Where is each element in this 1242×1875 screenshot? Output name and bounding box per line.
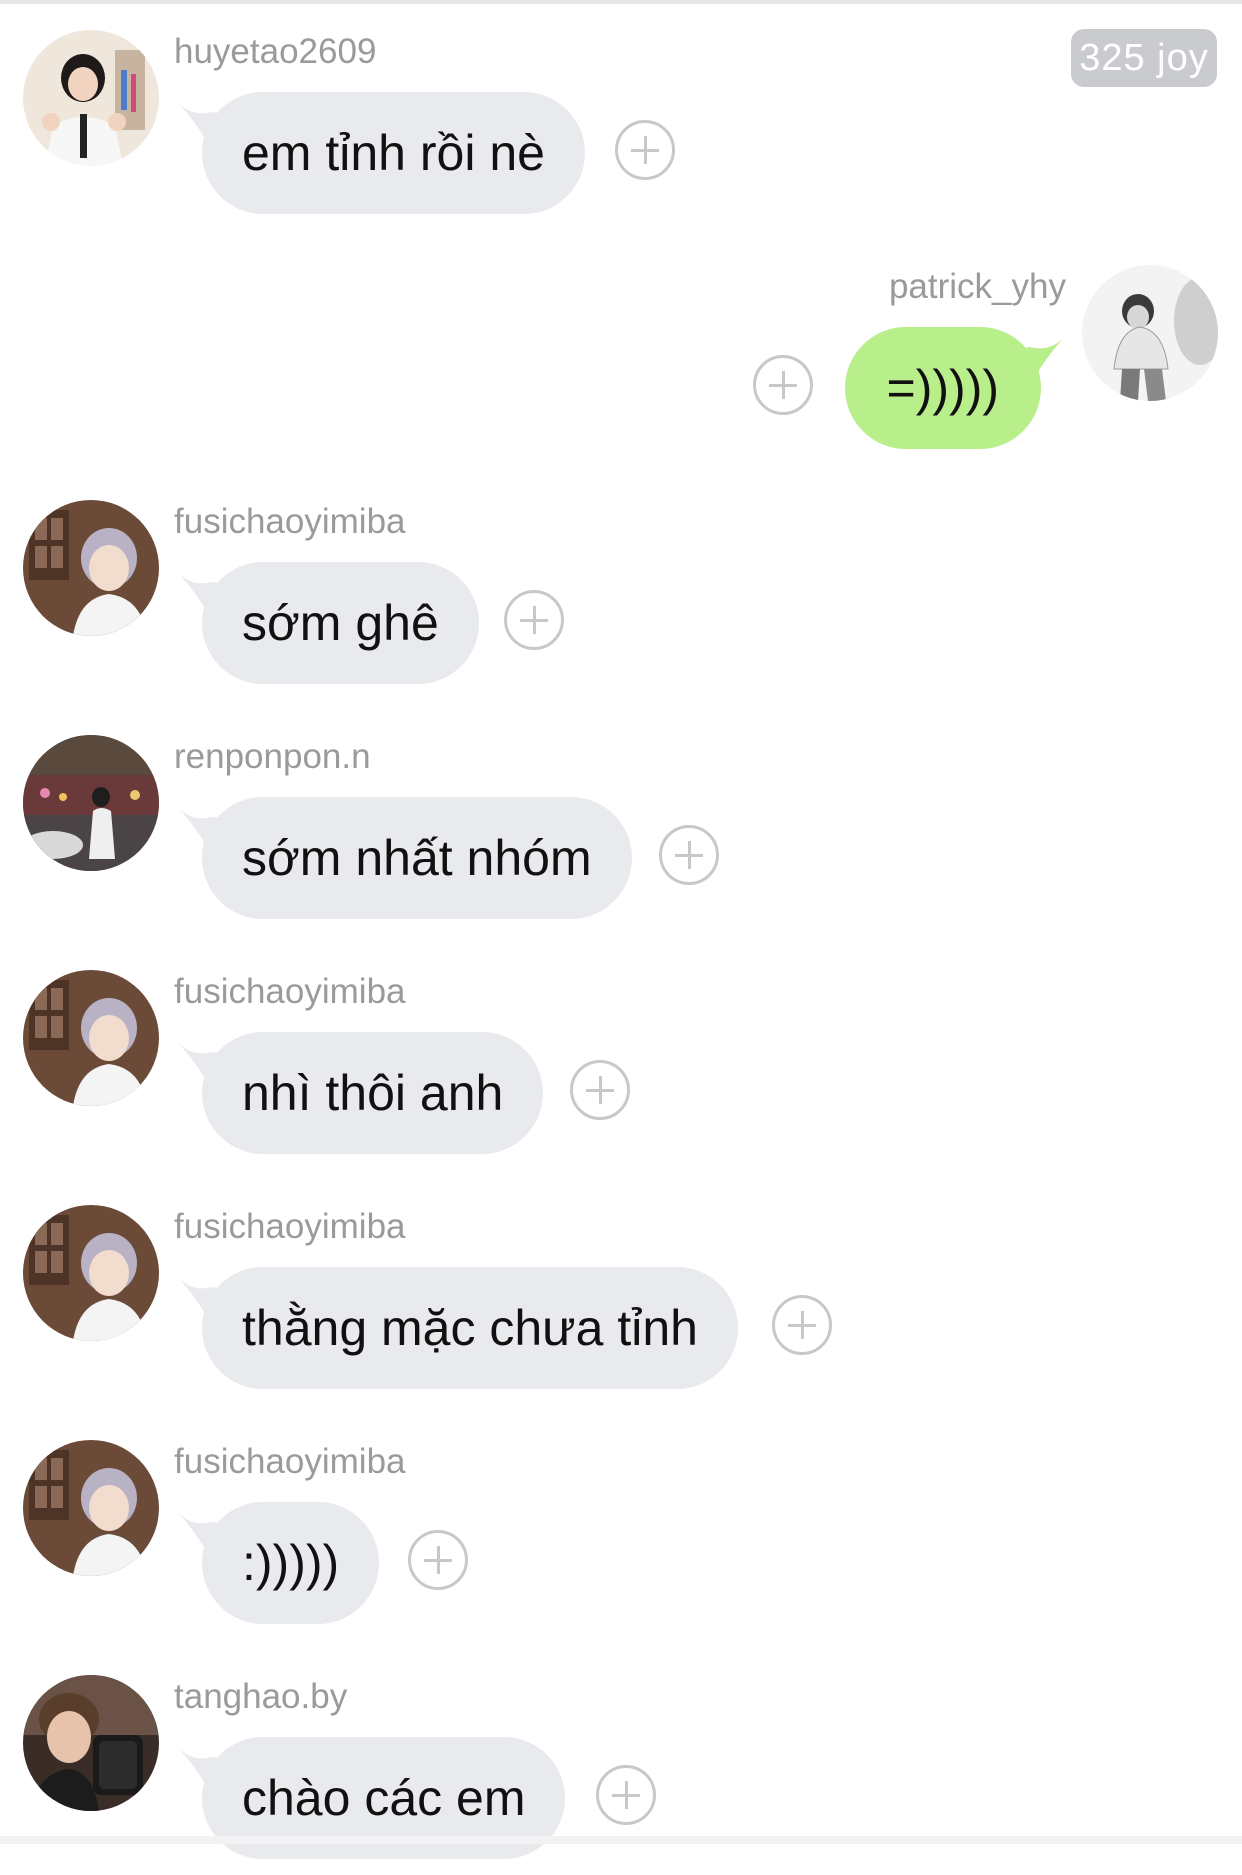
message-username[interactable]: renponpon.n [174, 735, 371, 779]
message-row: fusichaoyimiba thằng mặc chưa tỉnh [0, 1175, 1242, 1405]
avatar-fusichaoyimiba[interactable] [23, 500, 159, 636]
plus-circle-icon[interactable] [772, 1295, 832, 1355]
message-row: renponpon.n sớm nhất nhóm [0, 705, 1242, 935]
message-bubble[interactable]: =))))) [844, 327, 1041, 449]
message-row: fusichaoyimiba :))))) [0, 1410, 1242, 1640]
avatar-huyetao2609[interactable] [23, 30, 159, 166]
plus-circle-icon[interactable] [504, 590, 564, 650]
message-row: fusichaoyimiba sớm ghê [0, 470, 1242, 700]
message-bubble[interactable]: nhì thôi anh [202, 1032, 544, 1154]
message-username[interactable]: tanghao.by [174, 1675, 347, 1719]
bottom-divider [0, 1836, 1242, 1844]
message-bubble[interactable]: :))))) [202, 1502, 380, 1624]
message-username[interactable]: fusichaoyimiba [174, 500, 406, 544]
avatar-fusichaoyimiba[interactable] [23, 1440, 159, 1576]
plus-circle-icon[interactable] [596, 1765, 656, 1825]
message-username[interactable]: fusichaoyimiba [174, 1440, 406, 1484]
message-username[interactable]: fusichaoyimiba [174, 970, 406, 1014]
plus-circle-icon[interactable] [659, 825, 719, 885]
avatar-tanghao[interactable] [23, 1675, 159, 1811]
plus-circle-icon[interactable] [570, 1060, 630, 1120]
avatar-fusichaoyimiba[interactable] [23, 1205, 159, 1341]
message-row: huyetao2609 em tỉnh rồi nè [0, 0, 1242, 230]
plus-circle-icon[interactable] [753, 355, 813, 415]
plus-circle-icon[interactable] [615, 120, 675, 180]
avatar-fusichaoyimiba[interactable] [23, 970, 159, 1106]
message-bubble[interactable]: thằng mặc chưa tỉnh [202, 1267, 738, 1389]
plus-circle-icon[interactable] [408, 1530, 468, 1590]
message-username[interactable]: patrick_yhy [889, 265, 1066, 309]
message-bubble[interactable]: sớm ghê [202, 562, 479, 684]
message-bubble[interactable]: em tỉnh rồi nè [202, 92, 585, 214]
message-username[interactable]: huyetao2609 [174, 30, 376, 74]
message-bubble[interactable]: sớm nhất nhóm [202, 797, 632, 919]
avatar-patrick_yhy[interactable] [1082, 265, 1218, 401]
message-username[interactable]: fusichaoyimiba [174, 1205, 406, 1249]
message-row: patrick_yhy =))))) [0, 235, 1242, 465]
avatar-renponpon[interactable] [23, 735, 159, 871]
message-row: fusichaoyimiba nhì thôi anh [0, 940, 1242, 1170]
